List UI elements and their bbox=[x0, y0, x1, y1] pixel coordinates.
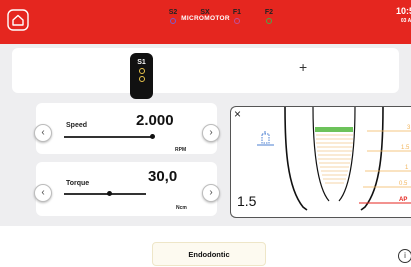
torque-increase-button[interactable]: › bbox=[202, 184, 220, 202]
program-sx-label: SX bbox=[200, 9, 210, 16]
program-s1-label: S1 bbox=[137, 59, 146, 66]
torque-label: Torque bbox=[66, 180, 90, 187]
speed-label: Speed bbox=[66, 122, 88, 129]
ruler-label: 1.5 bbox=[401, 145, 410, 151]
program-s2-label: S2 bbox=[168, 9, 178, 16]
chevron-left-icon: ‹ bbox=[41, 127, 45, 138]
chevron-right-icon: › bbox=[209, 187, 213, 198]
chevron-left-icon: ‹ bbox=[41, 187, 45, 198]
torque-decrease-button[interactable]: ‹ bbox=[34, 184, 52, 202]
ruler-label: AP bbox=[399, 197, 407, 203]
torque-slider-knob[interactable] bbox=[107, 191, 112, 196]
program-f1-indicator-icon bbox=[234, 18, 240, 24]
depth-value: 1.5 bbox=[237, 193, 257, 209]
add-program-button[interactable]: + bbox=[299, 59, 307, 75]
torque-value: 30,0 bbox=[148, 168, 178, 185]
program-s2-indicator-icon bbox=[170, 18, 176, 24]
speed-unit: RPM bbox=[175, 147, 187, 153]
ruler-label: 3 bbox=[407, 125, 411, 131]
chevron-right-icon: › bbox=[209, 127, 213, 138]
program-selector bbox=[12, 48, 399, 93]
speed-slider[interactable] bbox=[64, 136, 154, 138]
speed-control bbox=[36, 103, 217, 154]
file-depth-panel: × 1.5 3 1.5 1 0.5 AP bbox=[230, 106, 411, 218]
ruler-label: 1 bbox=[405, 165, 409, 171]
program-f1-button[interactable]: F1 bbox=[227, 0, 247, 45]
program-f2-label: F2 bbox=[264, 9, 274, 16]
root-canal-diagram: 3 1.5 1 0.5 AP bbox=[284, 107, 411, 211]
torque-control bbox=[36, 162, 217, 216]
ruler-label: 0.5 bbox=[399, 181, 408, 187]
torque-slider[interactable] bbox=[64, 193, 146, 195]
torque-unit: Ncm bbox=[176, 205, 187, 211]
program-f2-button[interactable]: F2 bbox=[259, 0, 279, 45]
speed-slider-knob[interactable] bbox=[150, 134, 155, 139]
date-text: 03 AGO bbox=[400, 18, 411, 24]
program-f2-indicator-icon bbox=[266, 18, 272, 24]
speed-decrease-button[interactable]: ‹ bbox=[34, 124, 52, 142]
speed-value: 2.000 bbox=[136, 112, 174, 129]
program-f2-indicator-icon bbox=[266, 26, 272, 32]
program-s2-button[interactable]: S2 bbox=[163, 0, 183, 45]
speed-increase-button[interactable]: › bbox=[202, 124, 220, 142]
time-text: 10:50 bbox=[395, 6, 411, 16]
info-icon[interactable]: i bbox=[398, 249, 411, 263]
program-s1-indicator-icon bbox=[138, 68, 145, 74]
program-sx-button[interactable]: SX bbox=[195, 0, 215, 45]
program-s1-button[interactable]: S1 bbox=[130, 53, 153, 99]
program-f1-label: F1 bbox=[232, 9, 242, 16]
clock: 10:50 03 AGO bbox=[396, 7, 411, 26]
program-s1-indicator-icon bbox=[138, 76, 145, 82]
mode-button[interactable]: Endodontic bbox=[152, 242, 266, 266]
close-icon[interactable]: × bbox=[234, 107, 241, 121]
